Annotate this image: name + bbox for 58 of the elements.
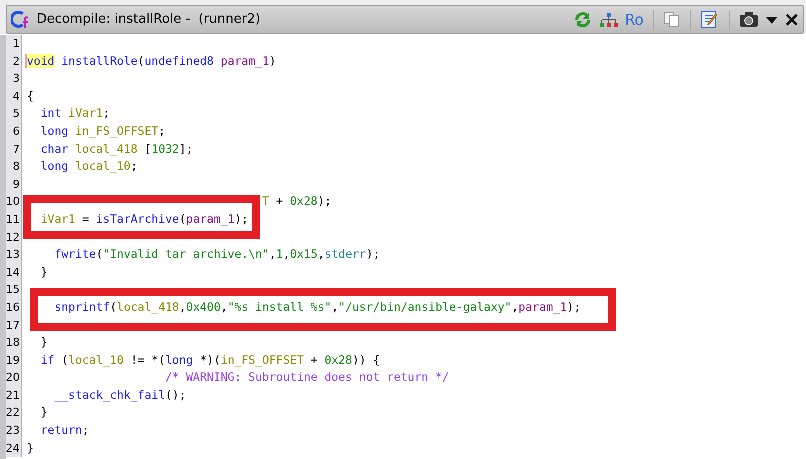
code-line: return; (40, 422, 90, 440)
code-line: long in_FS_OFFSET; (40, 122, 166, 140)
line-number: 1 (13, 36, 21, 52)
code-line: { (26, 88, 34, 105)
line-number: 4 (13, 88, 21, 105)
code-line: int iVar1; (40, 105, 110, 122)
read-only-toggle[interactable]: Ro (625, 10, 644, 28)
code-line: snprintf(local_418,0x400,"%s install %s","/usr/bin/ansible-galaxy",param_1); (54, 298, 581, 316)
line-number: 23 (6, 423, 21, 440)
edit-icon (700, 10, 720, 30)
line-number: 6 (13, 124, 21, 140)
window-title: Decompile: installRole - (runner2) (37, 12, 261, 27)
line-number: 24 (6, 440, 21, 457)
code-line: void installRole(undefined8 param_1) (26, 52, 276, 70)
line-number: 17 (6, 318, 21, 334)
line-number: 19 (6, 352, 21, 369)
code-line: /* WARNING: Subroutine does not return */ (164, 369, 450, 386)
line-number: 10 (6, 194, 21, 210)
line-number: 8 (13, 159, 21, 176)
copy-button[interactable] (663, 10, 681, 28)
line-number: 14 (6, 264, 21, 281)
line-number: 21 (6, 388, 21, 404)
code-line: fwrite("Invalid tar archive.\n",1,0x15,stderr); (54, 246, 380, 264)
camera-icon (739, 11, 759, 28)
code-line: T + 0x28); (261, 193, 332, 210)
line-number: 13 (6, 247, 21, 264)
close-button[interactable] (785, 12, 799, 26)
line-number: 12 (6, 230, 21, 246)
decompiler-logo-icon (11, 10, 31, 30)
tree-icon (599, 12, 620, 28)
edit-button[interactable] (700, 10, 720, 30)
caret-icon (765, 14, 779, 24)
code-line: } (40, 334, 48, 352)
code-line: char local_418 [1032]; (40, 140, 194, 158)
copy-icon (663, 10, 681, 28)
line-number: 3 (13, 71, 21, 88)
close-icon (785, 12, 799, 26)
code-line: } (26, 440, 34, 457)
line-number: 16 (6, 300, 21, 316)
line-number: 9 (13, 176, 21, 193)
code-line: iVar1 = isTarArchive(param_1); (40, 210, 249, 228)
code-line: } (40, 404, 48, 422)
code-line: if (local_10 != *(long *)(in_FS_OFFSET + 0x28)) { (40, 352, 380, 369)
snapshot-button[interactable] (739, 11, 759, 28)
line-number: 2 (13, 54, 21, 70)
code-line: long local_10; (40, 158, 138, 176)
code-line: } (40, 264, 48, 281)
line-number: 11 (6, 212, 21, 228)
code-line: __stack_chk_fail(); (54, 386, 186, 404)
line-number: 7 (13, 142, 21, 158)
line-number: 22 (6, 405, 21, 422)
refresh-icon (573, 10, 594, 30)
line-number: 20 (6, 370, 21, 386)
line-number: 15 (6, 282, 21, 298)
line-number: 5 (13, 106, 21, 122)
line-number: 18 (6, 335, 21, 352)
menu-dropdown-button[interactable] (765, 14, 779, 24)
graph-button[interactable] (599, 12, 620, 28)
